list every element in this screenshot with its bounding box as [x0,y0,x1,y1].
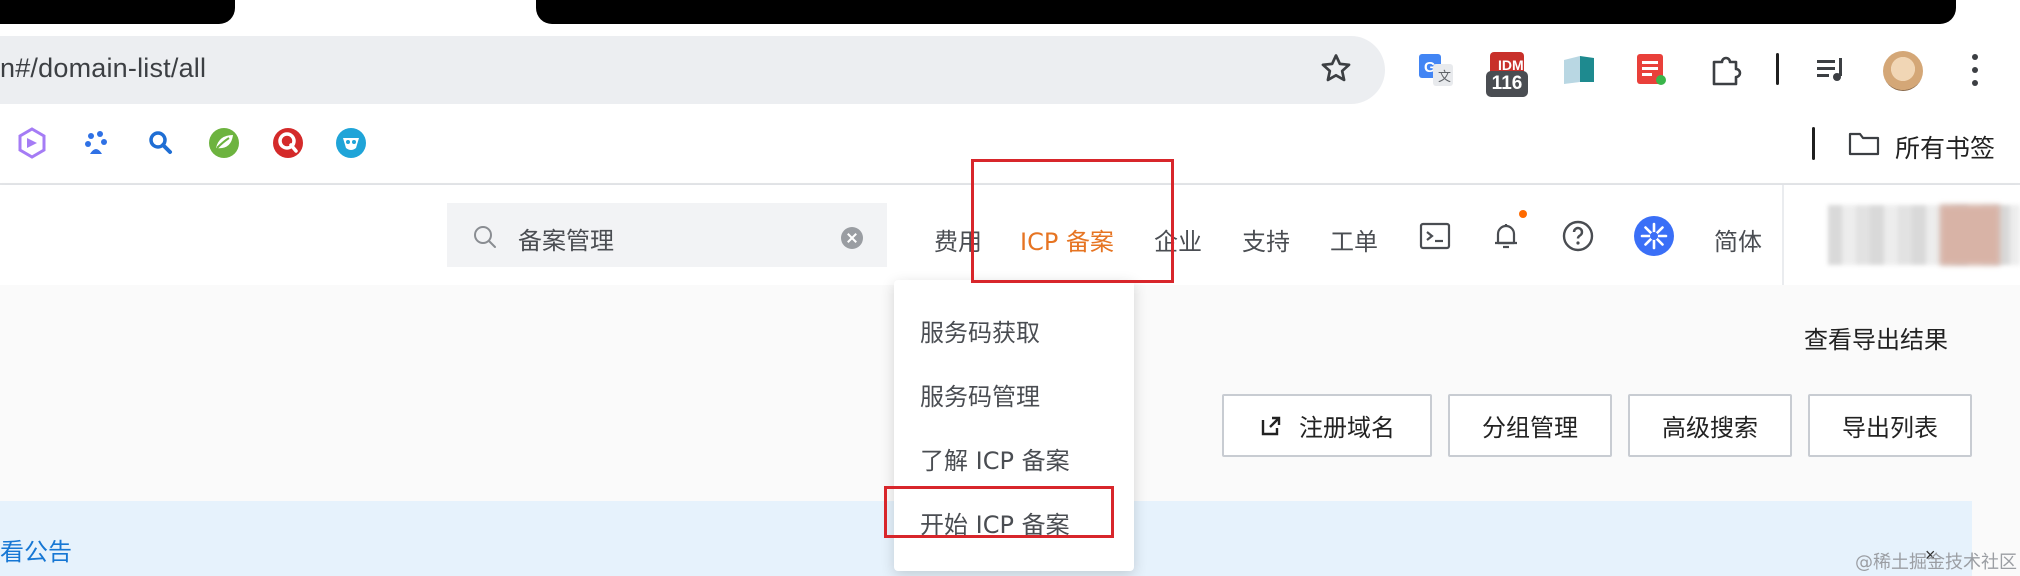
bookmark-star-icon[interactable] [1318,51,1354,87]
nav-support[interactable]: 支持 [1242,222,1290,257]
group-management-label: 分组管理 [1482,414,1578,442]
search-value[interactable]: 备案管理 [518,221,614,256]
browser-menu-icon[interactable] [1971,54,1979,86]
help-question-icon[interactable] [1561,219,1595,253]
browser-tab-strip [0,0,2020,24]
search-icon [474,226,496,248]
annotation-box-start-icp [884,486,1114,538]
reader-extension-icon[interactable] [1560,50,1598,88]
register-domain-label: 注册域名 [1299,414,1395,442]
browser-tab[interactable] [0,0,235,24]
extension-badge-count: 116 [1486,71,1528,97]
advanced-search-button[interactable]: 高级搜索 [1628,394,1792,457]
clear-search-icon[interactable] [841,227,863,249]
external-link-icon [1261,416,1281,435]
nav-ticket[interactable]: 工单 [1330,222,1378,257]
bookmark-favicon-hex-icon[interactable] [15,126,49,160]
address-bar[interactable] [0,36,1385,104]
register-domain-button[interactable]: 注册域名 [1222,394,1432,457]
extensions-puzzle-icon[interactable] [1706,50,1744,88]
export-list-label: 导出列表 [1842,414,1938,442]
cloud-shell-terminal-icon[interactable] [1418,219,1452,253]
watermark: @稀土掘金技术社区 [1855,552,2017,573]
profile-avatar[interactable] [1883,51,1923,91]
bookmark-favicon-baidu-icon[interactable] [80,126,114,160]
bookmark-favicon-search-icon[interactable] [144,126,178,160]
annotation-box-icp-nav [971,159,1174,283]
notification-bell-icon[interactable] [1489,219,1523,253]
menu-item-manage-service-code[interactable]: 服务码管理 [920,377,1040,412]
menu-item-get-service-code[interactable]: 服务码获取 [920,313,1040,348]
user-avatar[interactable] [1940,205,2000,265]
bookmark-favicon-red-q-icon[interactable] [271,126,305,160]
header-divider [1782,185,1784,285]
toolbar-divider [1776,53,1779,85]
folder-icon[interactable] [1848,130,1880,156]
ai-assistant-icon[interactable] [1633,215,1675,257]
notes-extension-icon[interactable] [1632,50,1670,88]
console-search-input[interactable] [447,203,887,267]
view-announcement-link[interactable]: 看公告 [0,532,72,567]
bookmark-favicon-spring-icon[interactable] [207,126,241,160]
bookmarks-divider [1812,127,1815,160]
bookmark-favicon-teal-icon[interactable] [334,126,368,160]
all-bookmarks-label[interactable]: 所有书签 [1895,129,1995,165]
advanced-search-label: 高级搜索 [1662,414,1758,442]
export-list-button[interactable]: 导出列表 [1808,394,1972,457]
svg-text:文: 文 [1438,70,1451,85]
google-translate-icon[interactable]: G文 [1417,50,1455,88]
browser-tab-active[interactable] [536,0,1956,24]
media-queue-icon[interactable] [1813,50,1851,88]
notification-dot [1519,210,1527,218]
view-export-result-link[interactable]: 查看导出结果 [1804,320,1948,355]
language-switch[interactable]: 简体 [1714,222,1762,257]
group-management-button[interactable]: 分组管理 [1448,394,1612,457]
menu-item-learn-icp[interactable]: 了解 ICP 备案 [920,441,1070,476]
address-url[interactable]: n#/domain-list/all [0,53,206,84]
